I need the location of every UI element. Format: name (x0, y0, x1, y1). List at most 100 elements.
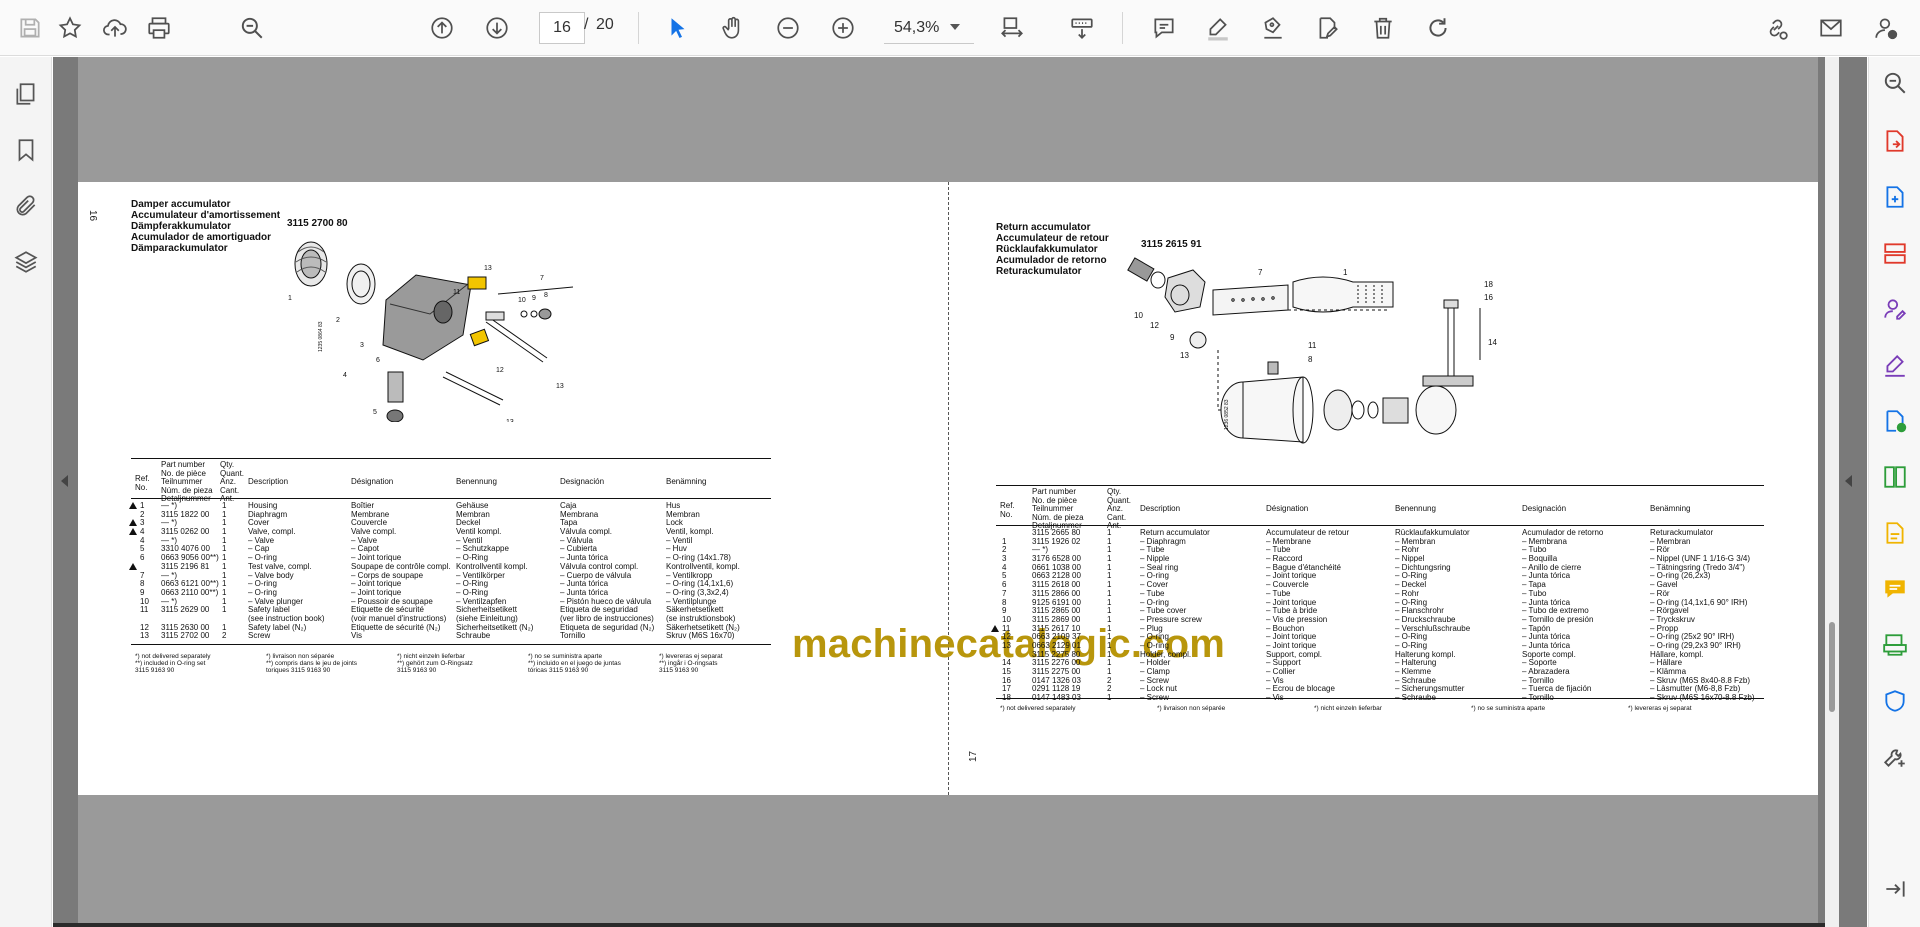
fill-sign-icon[interactable] (1881, 351, 1909, 379)
cell-sv: – O-ring (29,2x3 90° IRH) (1650, 641, 1741, 650)
cell-qty: 1 (1107, 589, 1112, 598)
cell-de: – Verschlußschraube (1395, 624, 1471, 633)
cell-qty: 1 (1107, 555, 1112, 564)
scroll-mode-icon[interactable] (1064, 10, 1100, 46)
organize-pages-icon[interactable] (1881, 239, 1909, 267)
cell-qty: 1 (1107, 537, 1112, 546)
collapse-left-panel-icon[interactable] (61, 475, 68, 487)
cell-es: – Tornillo de presión (1522, 615, 1594, 624)
cell-fr: Support, compl. (1266, 650, 1323, 659)
cell-part: 0661 1038 00 (1032, 563, 1081, 572)
sign-icon[interactable] (1255, 10, 1291, 46)
protect-icon[interactable] (1881, 687, 1909, 715)
search-panel-icon[interactable] (1881, 69, 1909, 97)
callout-8: 8 (1308, 355, 1313, 364)
cell-sv: Säkerhetsetikett (N₂) (666, 623, 740, 632)
zoom-search-icon[interactable] (234, 10, 270, 46)
left-parts-table: 1— *) 1 Housing Boîtier Gehäuse Caja Hus 2 3115 … (129, 502, 771, 641)
header-designation: Désignation (1266, 504, 1309, 513)
cell-de: – Schraube (1395, 676, 1436, 685)
select-pointer-icon[interactable] (660, 10, 696, 46)
cell-qty: 1 (1107, 615, 1112, 624)
page-down-icon[interactable] (479, 10, 515, 46)
email-icon[interactable] (1813, 10, 1849, 46)
cell-part: 3115 2630 00 (161, 623, 210, 632)
cell-sv: – Tätningsring (Tredo 3/4") (1650, 563, 1745, 572)
cell-ref: 13 (140, 632, 149, 641)
highlight-icon[interactable] (1200, 10, 1236, 46)
attachments-icon[interactable] (11, 191, 41, 221)
footnote-line: **) included in O-ring set (135, 660, 206, 667)
compare-files-icon[interactable] (1881, 463, 1909, 491)
save-icon[interactable] (12, 10, 48, 46)
zoom-level-select[interactable]: 54,3% (884, 12, 974, 44)
cell-en: Housing (248, 502, 278, 510)
comment-panel-icon[interactable] (1881, 575, 1909, 603)
layers-icon[interactable] (11, 247, 41, 277)
cell-de: – O-Ring (1395, 641, 1428, 650)
footnote-line: **) gehört zum O-Ringsatz (397, 660, 473, 667)
bookmark-star-icon[interactable] (52, 10, 88, 46)
cell-en: – O-ring (1140, 633, 1169, 642)
page-up-icon[interactable] (424, 10, 460, 46)
title-es: Acumulador de retorno (996, 255, 1107, 266)
request-signature-icon[interactable] (1881, 295, 1909, 323)
create-pdf-icon[interactable] (1881, 183, 1909, 211)
cell-es: – Junta tórica (1522, 641, 1571, 650)
hand-icon[interactable] (715, 10, 751, 46)
collapse-right-panel-icon[interactable] (1845, 475, 1852, 487)
right-assembly-part-number: 3115 2615 91 (1141, 239, 1202, 250)
table-row: 8 0663 6121 00**) 1 – O-ring – Joint torique… (131, 580, 771, 589)
header-designacion: Designación (1522, 504, 1567, 513)
cell-fr: – Raccord (1266, 555, 1303, 564)
cell-ref: 6 (1002, 581, 1007, 590)
cell-qty: 1 (1107, 581, 1112, 590)
more-tools-icon[interactable] (1881, 743, 1909, 771)
scrollbar-thumb[interactable] (1829, 622, 1835, 712)
chevron-down-icon[interactable] (950, 24, 960, 30)
page-fit-icon[interactable] (994, 10, 1030, 46)
cell-ref: 11 (140, 606, 149, 615)
cell-sv: – Rör (1650, 546, 1670, 555)
cell-es: – Junta tórica (1522, 572, 1571, 581)
zoom-out-icon[interactable] (770, 10, 806, 46)
account-icon[interactable] (1868, 10, 1904, 46)
cell-fr: – Collier (1266, 668, 1296, 676)
pdf-viewer-app: 16 / 20 54,3% 16 Damper accumulator Accu… (0, 0, 1920, 927)
table-row: 7 3115 2866 00 1 – Tube – Tube – Rohr – Tubo – … (996, 590, 1764, 599)
table-row: 16 0147 1326 03 2 – Screw – Vis – Schraube – T… (996, 677, 1764, 686)
edit-pdf-icon[interactable] (1310, 10, 1346, 46)
cell-en: – O-ring (248, 554, 277, 563)
page-thumbnails-icon[interactable] (11, 79, 41, 109)
title-fr: Accumulateur d'amortissement (131, 210, 281, 221)
collapse-panel-icon[interactable] (1881, 875, 1909, 903)
cell-de: – Schutzkappe (456, 545, 509, 554)
edit-text-icon[interactable] (1881, 519, 1909, 547)
print-icon[interactable] (141, 10, 177, 46)
scan-ocr-icon[interactable] (1881, 631, 1909, 659)
delete-icon[interactable] (1365, 10, 1401, 46)
upload-cloud-icon[interactable] (97, 10, 133, 46)
cell-part: 3115 2702 00 (161, 632, 210, 641)
zoom-in-icon[interactable] (825, 10, 861, 46)
cell-ref: 2 (1002, 546, 1007, 555)
cell-en: – Valve plunger (248, 597, 303, 606)
bookmarks-icon[interactable] (11, 135, 41, 165)
footnote-block: *) no se suministra aparte **) incluido e… (528, 653, 621, 674)
comment-icon[interactable] (1146, 10, 1182, 46)
send-review-icon[interactable] (1881, 407, 1909, 435)
cell-en: – O-ring (248, 580, 277, 589)
cell-en: – Tube (1140, 546, 1165, 555)
rotate-icon[interactable] (1420, 10, 1456, 46)
export-pdf-icon[interactable] (1881, 127, 1909, 155)
horizontal-scrollbar[interactable] (53, 923, 1825, 927)
cell-sv: Hållare, kompl. (1650, 650, 1704, 659)
share-link-icon[interactable] (1758, 10, 1794, 46)
left-navigation-rail (0, 57, 52, 927)
document-viewport[interactable]: 16 Damper accumulator Accumulateur d'amo… (53, 57, 1867, 927)
cell-de: – Rohr (1395, 546, 1420, 555)
cell-es: – Pistón hueco de válvula (560, 597, 652, 606)
vertical-scrollbar[interactable] (1825, 57, 1839, 927)
current-page-input[interactable]: 16 (539, 12, 585, 44)
table-row: 2 — *) 1 – Tube – Tube – Rohr – Tubo – Rör (996, 546, 1764, 555)
